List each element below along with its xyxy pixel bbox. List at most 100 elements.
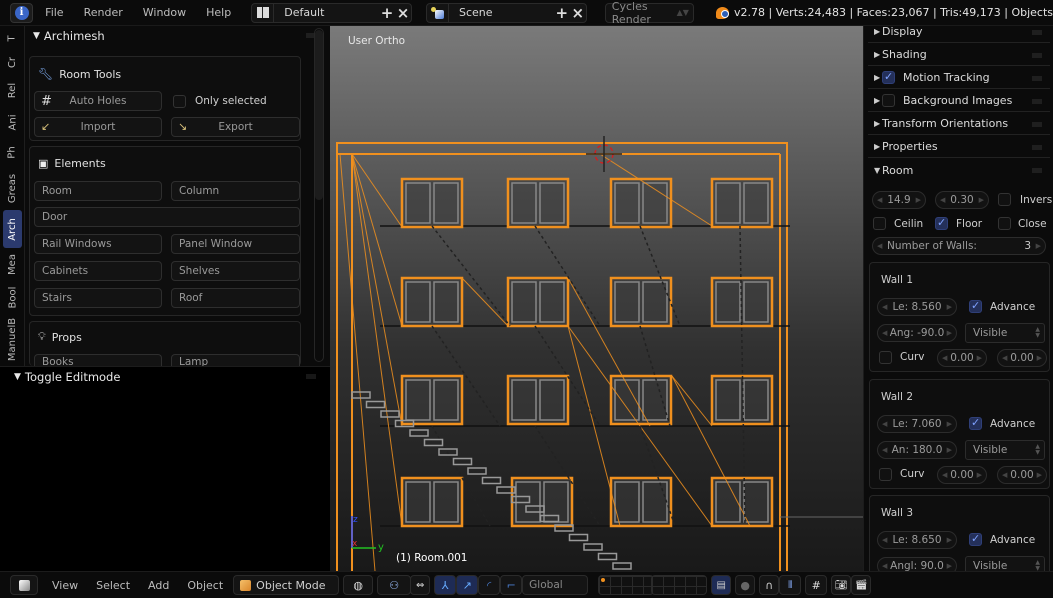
motion-tracking-checkbox[interactable] xyxy=(882,70,895,84)
scene-layers-1[interactable] xyxy=(598,575,655,595)
add-scene-icon[interactable]: + xyxy=(554,4,570,22)
pivot-point-dropdown[interactable]: ⚇ xyxy=(377,575,412,595)
toggle-editmode-header[interactable]: ▼ Toggle Editmode xyxy=(0,367,330,387)
editor-type-button[interactable] xyxy=(10,575,38,595)
tab-manuelb[interactable]: ManuelB xyxy=(3,316,22,362)
move-manipulator-button[interactable]: ↗ xyxy=(456,575,479,595)
scene-name[interactable]: Scene xyxy=(449,6,554,19)
tab-archimesh[interactable]: Arch xyxy=(3,210,22,248)
wall-1-advance-checkbox[interactable] xyxy=(969,299,982,313)
shelves-button[interactable]: Shelves xyxy=(171,261,300,281)
wall-1-curve-b-field[interactable]: ◀ 0.00 ▶ xyxy=(997,349,1047,367)
export-button[interactable]: ↘ Export xyxy=(171,117,300,137)
menu-render[interactable]: Render xyxy=(84,6,123,19)
floor-checkbox[interactable] xyxy=(935,216,948,230)
screen-layout-name[interactable]: Default xyxy=(274,6,379,19)
door-button[interactable]: Door xyxy=(34,207,300,227)
wall-2-visibility-dropdown[interactable]: Visible ▲ ▼ xyxy=(965,440,1045,460)
3d-viewport[interactable]: User Ortho z x y (1) Room.001 xyxy=(330,26,863,571)
render-engine-dropdown[interactable]: Cycles Render ▲▼ xyxy=(604,0,694,26)
wall-3-angle-field[interactable]: ◀ Angl: 90.0 ▶ xyxy=(877,557,957,571)
tab-tools[interactable]: T xyxy=(3,28,22,48)
rail-windows-button[interactable]: Rail Windows xyxy=(34,234,162,254)
menu-view[interactable]: View xyxy=(52,579,78,592)
lock-camera-layers-button[interactable]: ▤ xyxy=(711,575,732,595)
wall-1-length-field[interactable]: ◀ Le: 8.560 ▶ xyxy=(877,298,957,316)
menu-object[interactable]: Object xyxy=(187,579,223,592)
wall-1-curve-checkbox[interactable] xyxy=(879,351,892,364)
opengl-animation-button[interactable]: 🎬︎ xyxy=(851,575,872,595)
scene-layers-2[interactable] xyxy=(651,575,708,595)
wall-2-curve-checkbox[interactable] xyxy=(879,468,892,481)
editor-type-button[interactable]: i xyxy=(10,2,34,23)
tab-grease-pencil[interactable]: Greas xyxy=(3,168,22,208)
room-panel-header[interactable]: ▼ Room xyxy=(868,159,1050,181)
invers-checkbox[interactable] xyxy=(998,193,1011,206)
add-screen-icon[interactable]: + xyxy=(379,4,395,22)
wall-1-curve-a-field[interactable]: ◀ 0.00 ▶ xyxy=(937,349,987,367)
panel-window-button[interactable]: Panel Window xyxy=(171,234,300,254)
wall-1-angle-field[interactable]: ◀ Ang: -90.0 ▶ xyxy=(877,324,957,342)
wall-2-curve-b-field[interactable]: ◀ 0.00 ▶ xyxy=(997,466,1047,484)
delete-scene-icon[interactable]: × xyxy=(570,4,586,22)
auto-holes-button[interactable]: # Auto Holes xyxy=(34,91,162,111)
room-height-field[interactable]: ◀ 14.9 ▶ xyxy=(872,191,926,209)
wall-3-advance-checkbox[interactable] xyxy=(969,532,982,546)
screen-layout-dropdown[interactable] xyxy=(252,3,275,22)
wall-1-visibility-dropdown[interactable]: Visible ▲ ▼ xyxy=(965,323,1045,343)
menu-file[interactable]: File xyxy=(45,6,63,19)
cabinets-button[interactable]: Cabinets xyxy=(34,261,162,281)
stairs-button[interactable]: Stairs xyxy=(34,288,162,308)
drag-grip-icon[interactable] xyxy=(1032,145,1042,150)
tab-physics[interactable]: Ph xyxy=(3,140,22,164)
shading-panel-header[interactable]: ▶ Shading xyxy=(868,44,1050,66)
roof-button[interactable]: Roof xyxy=(171,288,300,308)
wall-2-length-field[interactable]: ◀ Le: 7.060 ▶ xyxy=(877,415,957,433)
menu-select[interactable]: Select xyxy=(96,579,130,592)
wall-2-advance-checkbox[interactable] xyxy=(969,416,982,430)
number-of-walls-field[interactable]: ◀ Number of Walls: 3 ▶ xyxy=(872,237,1046,255)
translate-manipulator-button[interactable]: ⅄ xyxy=(434,575,457,595)
display-panel-header[interactable]: ▶ Display xyxy=(868,26,1050,43)
wall-3-visibility-dropdown[interactable]: Visible ▲ ▼ xyxy=(965,556,1045,571)
rotate-manipulator-button[interactable]: ◜ xyxy=(478,575,501,595)
menu-add[interactable]: Add xyxy=(148,579,169,592)
interaction-mode-dropdown[interactable]: Object Mode xyxy=(233,575,340,595)
column-button[interactable]: Column xyxy=(171,181,300,201)
manipulator-toggle[interactable]: ⇔ xyxy=(410,575,431,595)
screen-layout-selector[interactable]: Default + × xyxy=(251,2,412,23)
scale-manipulator-button[interactable]: ⌐ xyxy=(500,575,523,595)
properties-panel-header[interactable]: ▶ Properties xyxy=(868,136,1050,158)
room-thickness-field[interactable]: ◀ 0.30 ▶ xyxy=(935,191,989,209)
wall-2-curve-a-field[interactable]: ◀ 0.00 ▶ xyxy=(937,466,987,484)
tab-relations[interactable]: Rel xyxy=(3,76,22,104)
drag-grip-icon[interactable] xyxy=(1032,99,1042,104)
shelf-scrollbar-thumb[interactable] xyxy=(315,30,323,200)
snap-toggle-button[interactable]: ∩ xyxy=(759,575,780,595)
tab-booltool[interactable]: Bool xyxy=(3,282,22,312)
transform-orientation-dropdown[interactable]: Global xyxy=(522,575,589,595)
wall-2-angle-field[interactable]: ◀ An: 180.0 ▶ xyxy=(877,441,957,459)
drag-grip-icon[interactable] xyxy=(1032,168,1042,173)
viewport-shading-dropdown[interactable]: ◍ xyxy=(343,575,374,595)
drag-grip-icon[interactable] xyxy=(1032,30,1042,35)
drag-grip-icon[interactable] xyxy=(1032,53,1042,58)
tab-measureit[interactable]: Mea xyxy=(3,250,22,278)
menu-window[interactable]: Window xyxy=(143,6,186,19)
tab-create[interactable]: Cr xyxy=(3,50,22,74)
close-checkbox[interactable] xyxy=(998,217,1011,230)
room-button[interactable]: Room xyxy=(34,181,162,201)
background-images-panel-header[interactable]: ▶ Background Images xyxy=(868,90,1050,112)
viewport-scene[interactable] xyxy=(330,26,863,571)
import-button[interactable]: ↙ Import xyxy=(34,117,162,137)
only-selected-checkbox[interactable] xyxy=(173,95,186,108)
archimesh-panel-header[interactable]: ▼ Archimesh xyxy=(25,26,330,46)
scene-selector[interactable]: Scene + × xyxy=(426,2,587,23)
snap-target-button[interactable]: # xyxy=(805,575,828,595)
transform-orientations-panel-header[interactable]: ▶ Transform Orientations xyxy=(868,113,1050,135)
background-images-checkbox[interactable] xyxy=(882,94,895,107)
delete-screen-icon[interactable]: × xyxy=(395,4,411,22)
tab-animation[interactable]: Ani xyxy=(3,108,22,136)
drag-grip-icon[interactable] xyxy=(306,374,316,379)
proportional-edit-button[interactable]: ● xyxy=(735,575,756,595)
